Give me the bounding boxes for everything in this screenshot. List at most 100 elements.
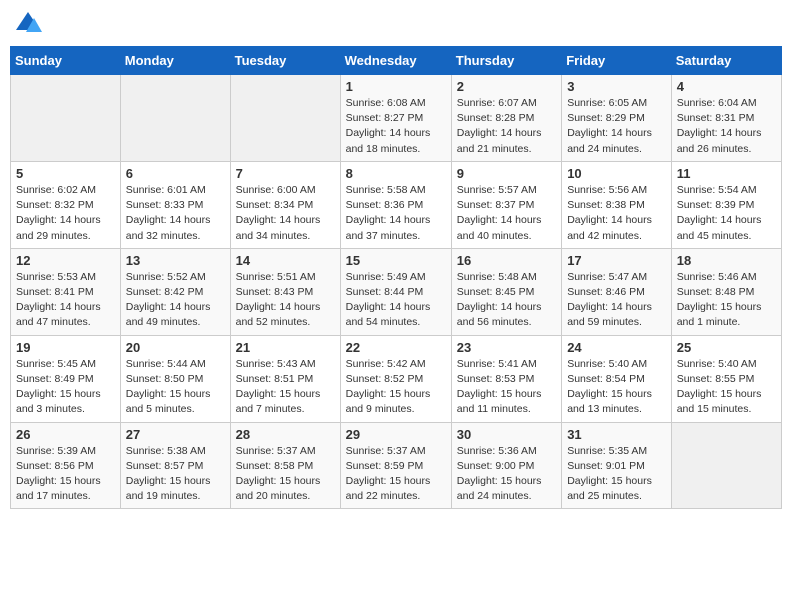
weekday-header-monday: Monday [120,47,230,75]
day-info: Sunrise: 5:42 AM Sunset: 8:52 PM Dayligh… [346,357,446,418]
day-info: Sunrise: 5:46 AM Sunset: 8:48 PM Dayligh… [677,270,776,331]
calendar-cell: 30 Sunrise: 5:36 AM Sunset: 9:00 PM Dayli… [451,422,561,509]
day-number: 12 [16,253,115,268]
day-info: Sunrise: 6:01 AM Sunset: 8:33 PM Dayligh… [126,183,225,244]
day-info: Sunrise: 5:37 AM Sunset: 8:59 PM Dayligh… [346,444,446,505]
calendar-cell: 29 Sunrise: 5:37 AM Sunset: 8:59 PM Dayli… [340,422,451,509]
calendar-cell: 12 Sunrise: 5:53 AM Sunset: 8:41 PM Dayli… [11,248,121,335]
day-number: 18 [677,253,776,268]
day-number: 16 [457,253,556,268]
calendar-cell: 11Sunrise: 5:54 AM Sunset: 8:39 PM Dayli… [671,161,781,248]
calendar-cell: 14 Sunrise: 5:51 AM Sunset: 8:43 PM Dayli… [230,248,340,335]
day-number: 13 [126,253,225,268]
calendar-cell: 19 Sunrise: 5:45 AM Sunset: 8:49 PM Dayli… [11,335,121,422]
day-info: Sunrise: 5:58 AM Sunset: 8:36 PM Dayligh… [346,183,446,244]
day-info: Sunrise: 5:53 AM Sunset: 8:41 PM Dayligh… [16,270,115,331]
day-number: 17 [567,253,666,268]
day-number: 5 [16,166,115,181]
day-number: 6 [126,166,225,181]
day-number: 19 [16,340,115,355]
day-number: 15 [346,253,446,268]
day-number: 14 [236,253,335,268]
day-info: Sunrise: 5:51 AM Sunset: 8:43 PM Dayligh… [236,270,335,331]
calendar-cell: 10 Sunrise: 5:56 AM Sunset: 8:38 PM Dayli… [562,161,672,248]
calendar-cell: 4 Sunrise: 6:04 AM Sunset: 8:31 PM Daylig… [671,75,781,162]
day-info: Sunrise: 6:00 AM Sunset: 8:34 PM Dayligh… [236,183,335,244]
calendar-week-row: 1Sunrise: 6:08 AM Sunset: 8:27 PM Daylig… [11,75,782,162]
calendar-cell [230,75,340,162]
logo-icon [14,10,42,38]
day-number: 7 [236,166,335,181]
day-number: 4 [677,79,776,94]
weekday-header-row: SundayMondayTuesdayWednesdayThursdayFrid… [11,47,782,75]
calendar-cell: 6 Sunrise: 6:01 AM Sunset: 8:33 PM Daylig… [120,161,230,248]
calendar-cell: 15 Sunrise: 5:49 AM Sunset: 8:44 PM Dayli… [340,248,451,335]
day-info: Sunrise: 5:39 AM Sunset: 8:56 PM Dayligh… [16,444,115,505]
day-number: 28 [236,427,335,442]
calendar-cell: 22Sunrise: 5:42 AM Sunset: 8:52 PM Dayli… [340,335,451,422]
calendar-cell: 16 Sunrise: 5:48 AM Sunset: 8:45 PM Dayli… [451,248,561,335]
calendar-cell: 20 Sunrise: 5:44 AM Sunset: 8:50 PM Dayli… [120,335,230,422]
calendar-cell: 2Sunrise: 6:07 AM Sunset: 8:28 PM Daylig… [451,75,561,162]
day-number: 21 [236,340,335,355]
calendar-cell: 28 Sunrise: 5:37 AM Sunset: 8:58 PM Dayli… [230,422,340,509]
calendar-cell: 27 Sunrise: 5:38 AM Sunset: 8:57 PM Dayli… [120,422,230,509]
day-number: 27 [126,427,225,442]
calendar-cell [120,75,230,162]
day-info: Sunrise: 6:05 AM Sunset: 8:29 PM Dayligh… [567,96,666,157]
calendar-cell [11,75,121,162]
day-info: Sunrise: 5:40 AM Sunset: 8:54 PM Dayligh… [567,357,666,418]
day-number: 8 [346,166,446,181]
day-info: Sunrise: 5:54 AM Sunset: 8:39 PM Dayligh… [677,183,776,244]
weekday-header-sunday: Sunday [11,47,121,75]
day-number: 2 [457,79,556,94]
calendar-cell: 18 Sunrise: 5:46 AM Sunset: 8:48 PM Dayli… [671,248,781,335]
day-number: 29 [346,427,446,442]
logo [14,10,46,38]
day-info: Sunrise: 5:56 AM Sunset: 8:38 PM Dayligh… [567,183,666,244]
calendar-cell: 3 Sunrise: 6:05 AM Sunset: 8:29 PM Daylig… [562,75,672,162]
day-info: Sunrise: 5:43 AM Sunset: 8:51 PM Dayligh… [236,357,335,418]
calendar-cell: 7 Sunrise: 6:00 AM Sunset: 8:34 PM Daylig… [230,161,340,248]
day-info: Sunrise: 5:52 AM Sunset: 8:42 PM Dayligh… [126,270,225,331]
weekday-header-tuesday: Tuesday [230,47,340,75]
calendar-cell: 25Sunrise: 5:40 AM Sunset: 8:55 PM Dayli… [671,335,781,422]
weekday-header-wednesday: Wednesday [340,47,451,75]
calendar-cell: 8 Sunrise: 5:58 AM Sunset: 8:36 PM Daylig… [340,161,451,248]
day-number: 24 [567,340,666,355]
weekday-header-friday: Friday [562,47,672,75]
calendar-cell [671,422,781,509]
calendar-cell: 24 Sunrise: 5:40 AM Sunset: 8:54 PM Dayli… [562,335,672,422]
day-info: Sunrise: 5:44 AM Sunset: 8:50 PM Dayligh… [126,357,225,418]
day-number: 10 [567,166,666,181]
weekday-header-thursday: Thursday [451,47,561,75]
day-info: Sunrise: 5:49 AM Sunset: 8:44 PM Dayligh… [346,270,446,331]
calendar-cell: 23 Sunrise: 5:41 AM Sunset: 8:53 PM Dayli… [451,335,561,422]
page-header [10,10,782,38]
day-info: Sunrise: 5:37 AM Sunset: 8:58 PM Dayligh… [236,444,335,505]
day-info: Sunrise: 5:47 AM Sunset: 8:46 PM Dayligh… [567,270,666,331]
day-number: 25 [677,340,776,355]
day-number: 23 [457,340,556,355]
day-info: Sunrise: 6:04 AM Sunset: 8:31 PM Dayligh… [677,96,776,157]
day-info: Sunrise: 5:45 AM Sunset: 8:49 PM Dayligh… [16,357,115,418]
day-info: Sunrise: 6:08 AM Sunset: 8:27 PM Dayligh… [346,96,446,157]
day-info: Sunrise: 5:41 AM Sunset: 8:53 PM Dayligh… [457,357,556,418]
day-info: Sunrise: 5:35 AM Sunset: 9:01 PM Dayligh… [567,444,666,505]
day-number: 20 [126,340,225,355]
day-number: 30 [457,427,556,442]
day-number: 3 [567,79,666,94]
day-number: 9 [457,166,556,181]
day-info: Sunrise: 5:38 AM Sunset: 8:57 PM Dayligh… [126,444,225,505]
day-info: Sunrise: 5:48 AM Sunset: 8:45 PM Dayligh… [457,270,556,331]
calendar-cell: 5 Sunrise: 6:02 AM Sunset: 8:32 PM Daylig… [11,161,121,248]
day-info: Sunrise: 5:36 AM Sunset: 9:00 PM Dayligh… [457,444,556,505]
calendar-cell: 17 Sunrise: 5:47 AM Sunset: 8:46 PM Dayli… [562,248,672,335]
calendar-week-row: 19 Sunrise: 5:45 AM Sunset: 8:49 PM Dayli… [11,335,782,422]
calendar-week-row: 26 Sunrise: 5:39 AM Sunset: 8:56 PM Dayli… [11,422,782,509]
weekday-header-saturday: Saturday [671,47,781,75]
day-number: 26 [16,427,115,442]
calendar-week-row: 5 Sunrise: 6:02 AM Sunset: 8:32 PM Daylig… [11,161,782,248]
day-info: Sunrise: 6:02 AM Sunset: 8:32 PM Dayligh… [16,183,115,244]
calendar-cell: 1Sunrise: 6:08 AM Sunset: 8:27 PM Daylig… [340,75,451,162]
